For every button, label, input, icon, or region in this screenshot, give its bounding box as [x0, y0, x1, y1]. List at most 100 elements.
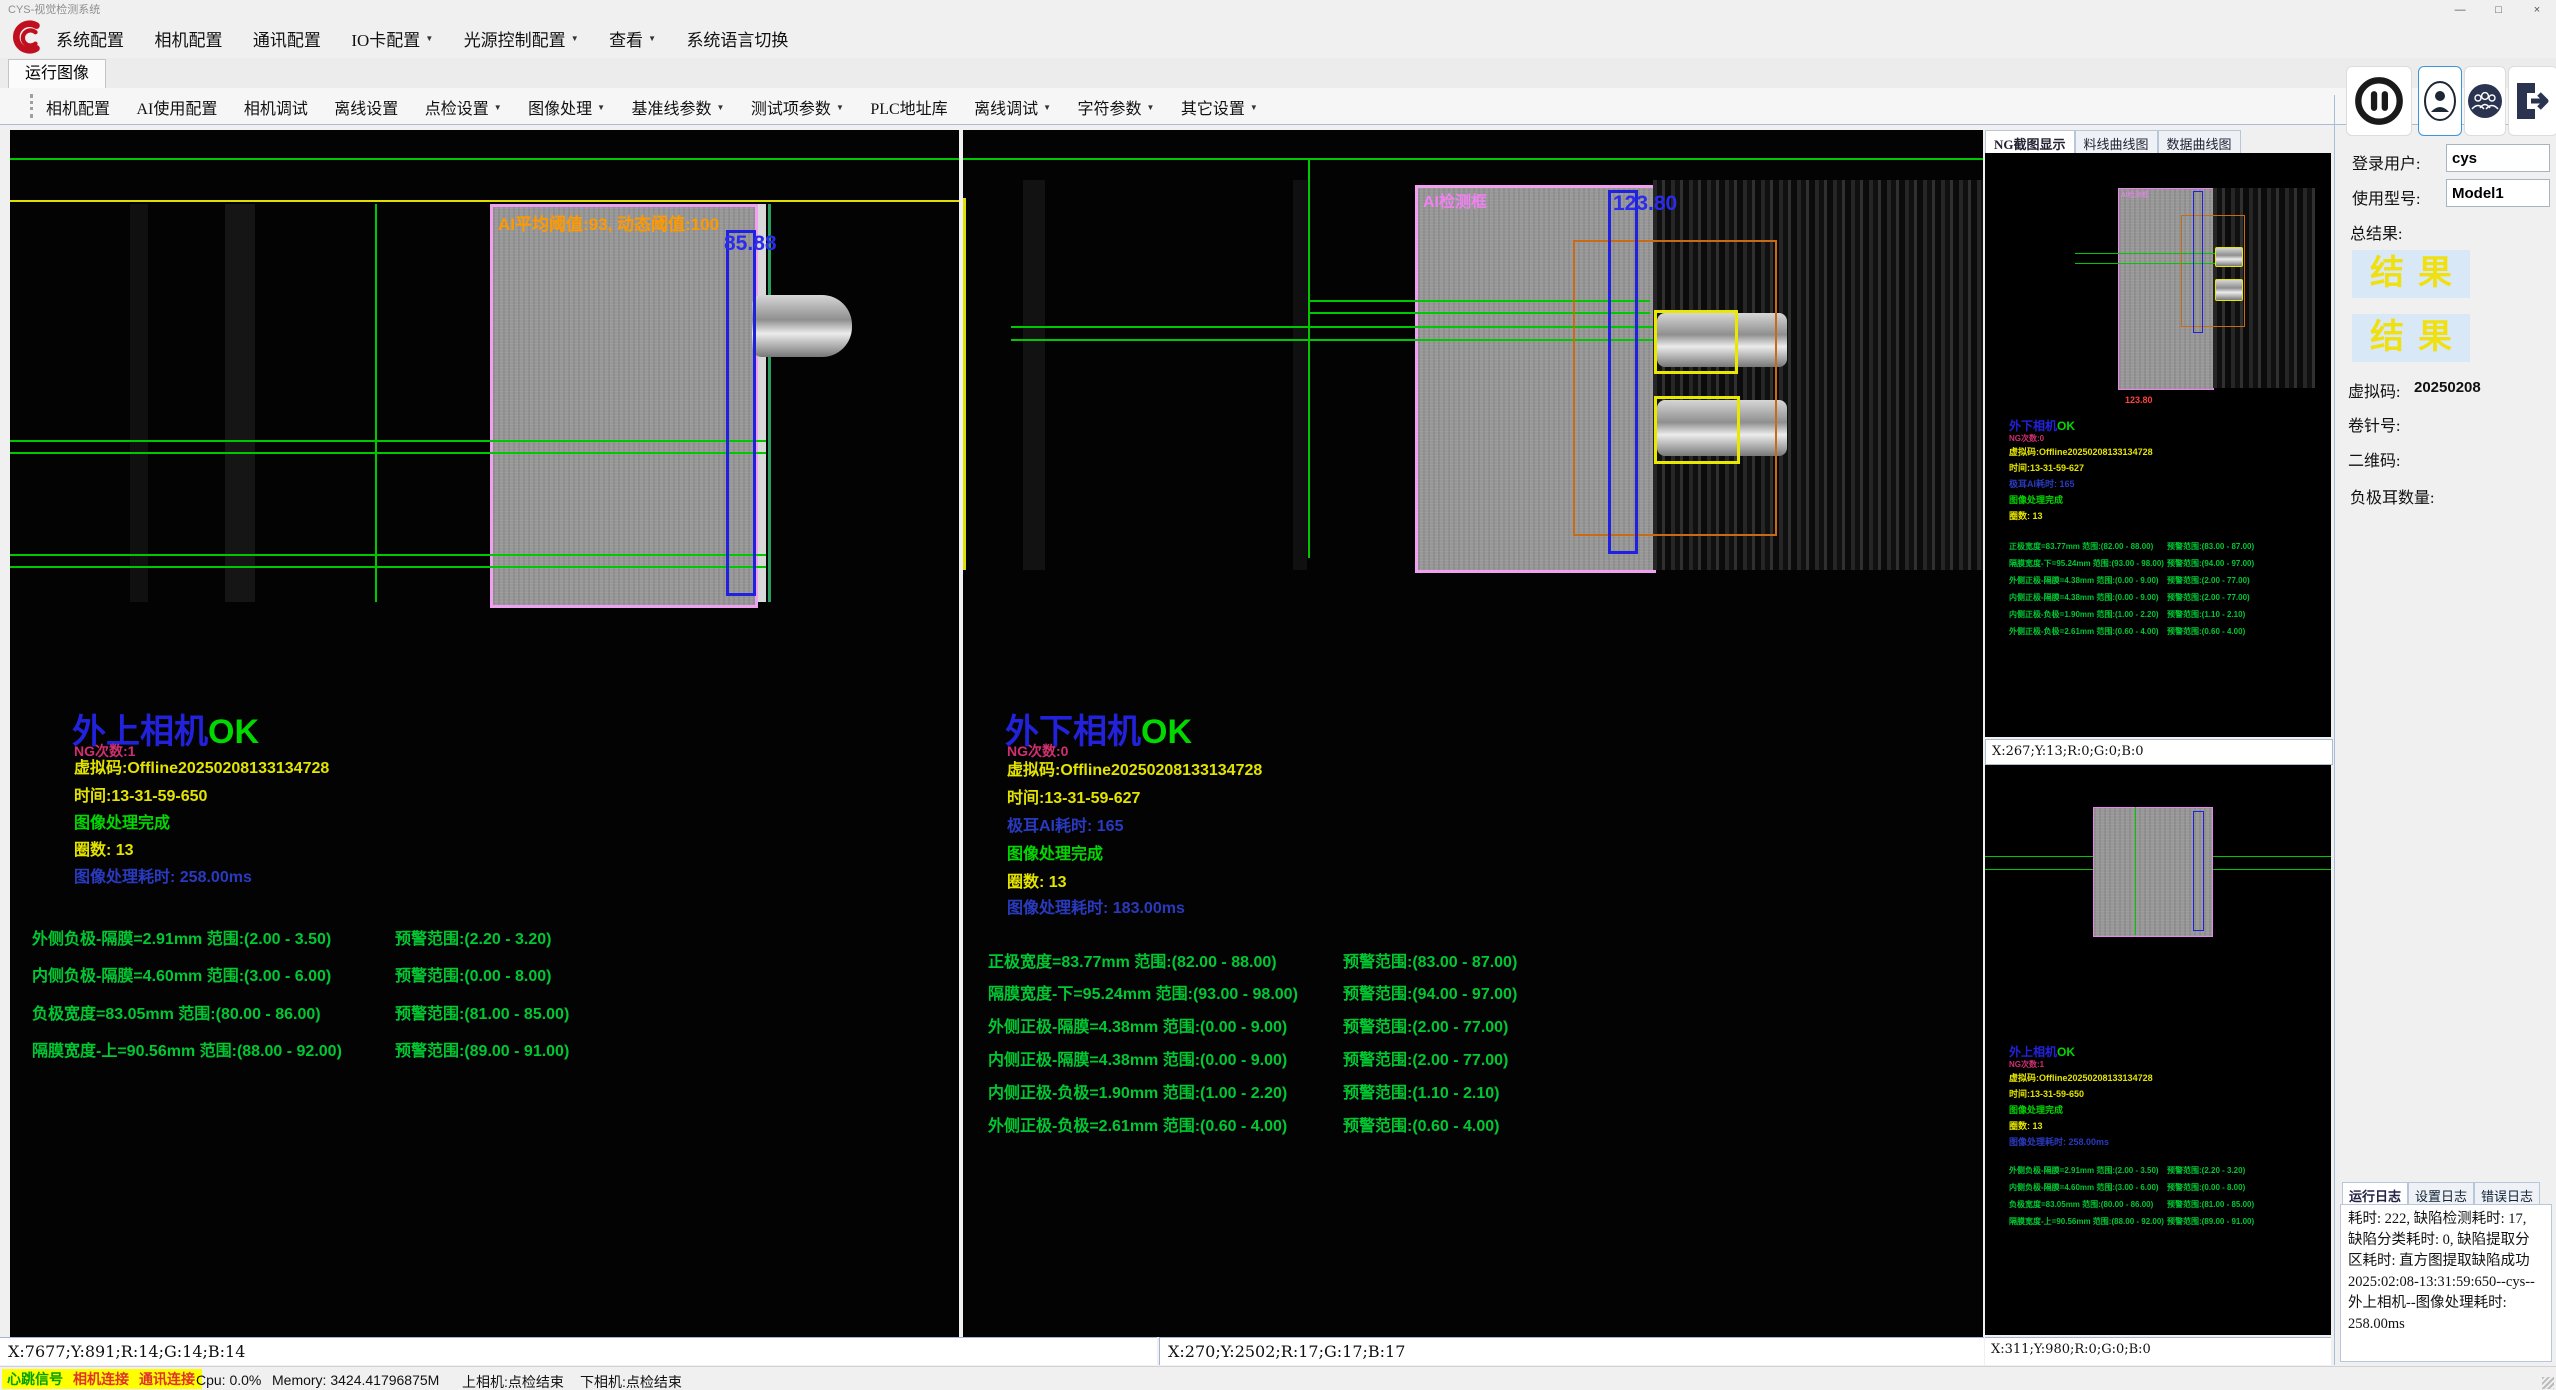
measurement-warn: 预警范围:(81.00 - 85.00): [395, 1000, 569, 1024]
status-bar: 心跳信号 相机连接 通讯连接 Cpu: 0.0% Memory: 3424.41…: [0, 1366, 2556, 1390]
measurement-text: 隔膜宽度-上=90.56mm 范围:(88.00 - 92.00): [32, 1037, 342, 1061]
image-shadow-band: [1293, 180, 1307, 570]
mini-measure: 预警范围:(2.00 - 77.00): [2167, 592, 2250, 603]
ai-time-label: 极耳AI耗时: 165: [1007, 812, 1123, 836]
mini-measure: 负极宽度=83.05mm 范围:(80.00 - 86.00): [2009, 1199, 2153, 1210]
measurement-text: 负极宽度=83.05mm 范围:(80.00 - 86.00): [32, 1000, 321, 1024]
tab-material-curve[interactable]: 料线曲线图: [2075, 130, 2158, 153]
tab-data-curve[interactable]: 数据曲线图: [2158, 130, 2241, 153]
tool-baseline-params[interactable]: 基准线参数▼: [632, 95, 725, 119]
mini-ng-count: NG次数:1: [2009, 1059, 2044, 1070]
result-indicator-1: 结果: [2352, 250, 2470, 298]
mini-measure: 预警范围:(81.00 - 85.00): [2167, 1199, 2254, 1210]
measure-line-green: [1011, 326, 1653, 328]
chevron-down-icon: ▼: [648, 34, 656, 43]
mini-measure: 预警范围:(83.00 - 87.00): [2167, 541, 2254, 552]
tool-ai-use-config[interactable]: AI使用配置: [136, 95, 217, 119]
resize-grip[interactable]: [2542, 1377, 2554, 1389]
tool-plc-address[interactable]: PLC地址库: [870, 95, 947, 119]
baseline-green: [963, 158, 1983, 160]
mini-yellow-box: [2215, 247, 2243, 267]
mini-measure: 外侧正极-隔膜=4.38mm 范围:(0.00 - 9.00): [2009, 575, 2159, 586]
mini-measure: 外侧负极-隔膜=2.91mm 范围:(2.00 - 3.50): [2009, 1165, 2159, 1176]
mini-line: [2135, 807, 2136, 935]
app-window: CYS-视觉检测系统 — □ × 系统配置 相机配置 通讯配置 IO卡配置▼ 光…: [0, 0, 2556, 1390]
virtual-code-field-label: 虚拟码:: [2348, 378, 2400, 402]
measurement-warn: 预警范围:(2.00 - 77.00): [1343, 1013, 1508, 1037]
tool-offline-setting[interactable]: 离线设置: [334, 95, 398, 119]
login-user-label: 登录用户:: [2352, 150, 2420, 174]
memory-usage: Memory: 3424.41796875M: [272, 1372, 439, 1388]
exit-door-icon: [2513, 79, 2553, 123]
left-camera-view[interactable]: AI平均阈值:93, 动态阈值:100 85.88 外上相机OK NG次数:1 …: [10, 130, 959, 1337]
mini-camera-name: 外上相机: [2009, 1045, 2057, 1059]
upper-camera-status: 上相机:点检结束: [462, 1372, 564, 1390]
mini-measure: 隔膜宽度-下=95.24mm 范围:(93.00 - 98.00): [2009, 558, 2164, 569]
process-done-label: 图像处理完成: [74, 809, 170, 833]
log-content[interactable]: 耗时: 222, 缺陷检测耗时: 17, 缺陷分类耗时: 0, 缺陷提取分区耗时…: [2340, 1204, 2552, 1362]
virtual-code-field-value: 20250208: [2414, 379, 2481, 396]
menu-items: 系统配置 相机配置 通讯配置 IO卡配置▼ 光源控制配置▼ 查看▼ 系统语言切换: [56, 26, 814, 51]
menu-comm-config[interactable]: 通讯配置: [253, 26, 321, 51]
mini-measure: 隔膜宽度-上=90.56mm 范围:(88.00 - 92.00): [2009, 1216, 2164, 1227]
menu-light-control-config[interactable]: 光源控制配置▼: [464, 26, 579, 51]
time-label: 时间:13-31-59-627: [1007, 784, 1140, 808]
mini-ng-count: NG次数:0: [2009, 433, 2044, 444]
neg-tab-count-label: 负极耳数量:: [2350, 484, 2434, 508]
chevron-down-icon: ▼: [1147, 103, 1155, 112]
lower-camera-status: 下相机:点检结束: [580, 1372, 682, 1390]
tool-test-params[interactable]: 测试项参数▼: [751, 95, 844, 119]
tab-metal-part: [752, 295, 852, 357]
preview-tab-bar: NG截图显示 料线曲线图 数据曲线图: [1985, 130, 2331, 153]
time-label: 时间:13-31-59-650: [74, 782, 207, 806]
tool-camera-config[interactable]: 相机配置: [46, 95, 110, 119]
model-input[interactable]: [2446, 179, 2550, 207]
users-button[interactable]: [2464, 66, 2506, 136]
mini-measure: 内侧正极-隔膜=4.38mm 范围:(0.00 - 9.00): [2009, 592, 2159, 603]
tool-char-params[interactable]: 字符参数▼: [1078, 95, 1155, 119]
roi-electrode-image: [490, 204, 758, 608]
mini-measure: 预警范围:(0.60 - 4.00): [2167, 626, 2245, 637]
pause-button[interactable]: [2346, 66, 2412, 136]
toolbar-items: 相机配置 AI使用配置 相机调试 离线设置 点检设置▼ 图像处理▼ 基准线参数▼…: [46, 95, 1280, 119]
tool-offline-debug[interactable]: 离线调试▼: [974, 95, 1051, 119]
user-icon: [2423, 79, 2457, 123]
tool-other-settings[interactable]: 其它设置▼: [1181, 95, 1258, 119]
exit-button[interactable]: [2508, 66, 2556, 136]
mini-measure: 预警范围:(89.00 - 91.00): [2167, 1216, 2254, 1227]
mini-process-done: 图像处理完成: [2009, 493, 2063, 506]
menu-camera-config[interactable]: 相机配置: [154, 26, 222, 51]
image-shadow-band: [225, 204, 255, 602]
image-shadow-band: [1023, 180, 1045, 570]
virtual-code-label: 虚拟码:Offline20250208133134728: [74, 754, 329, 778]
measure-line-green: [10, 452, 766, 454]
tab-run-image[interactable]: 运行图像: [8, 59, 106, 89]
menu-io-card-config[interactable]: IO卡配置▼: [351, 26, 433, 51]
tool-camera-debug[interactable]: 相机调试: [244, 95, 308, 119]
measurement-warn: 预警范围:(0.00 - 8.00): [395, 962, 552, 986]
ng-preview-top[interactable]: AI检测框 123.80 外下相机OK NG次数:0 虚拟码:Offline20…: [1985, 153, 2331, 737]
loop-count-label: 圈数: 13: [74, 836, 134, 860]
menu-view[interactable]: 查看▼: [609, 26, 656, 51]
menu-system-config[interactable]: 系统配置: [56, 26, 124, 51]
measurement-text: 外侧正极-隔膜=4.38mm 范围:(0.00 - 9.00): [988, 1013, 1287, 1037]
mini-yellow-box: [2215, 279, 2243, 301]
camera-result-label: OK: [208, 713, 259, 751]
tab-ng-snapshot[interactable]: NG截图显示: [1985, 130, 2075, 153]
mini-camera-name: 外下相机: [2009, 419, 2057, 433]
mini-measure: 预警范围:(2.20 - 3.20): [2167, 1165, 2245, 1176]
tool-image-process[interactable]: 图像处理▼: [528, 95, 605, 119]
tool-spot-check[interactable]: 点检设置▼: [425, 95, 502, 119]
menu-language-switch[interactable]: 系统语言切换: [686, 26, 788, 51]
comm-link-status: 通讯连接: [139, 1369, 195, 1389]
pause-icon: [2352, 74, 2406, 128]
measurement-warn: 预警范围:(1.10 - 2.10): [1343, 1079, 1500, 1103]
menu-bar: 系统配置 相机配置 通讯配置 IO卡配置▼ 光源控制配置▼ 查看▼ 系统语言切换: [0, 16, 2556, 58]
user-button[interactable]: [2418, 66, 2462, 136]
preview-top-status: X:267;Y:13;R:0;G:0;B:0: [1985, 739, 2333, 765]
toolbar-grip[interactable]: [30, 94, 33, 118]
login-user-input[interactable]: [2446, 144, 2550, 172]
right-camera-view[interactable]: AI检测框 123.80 外下相机OK NG次数:0 虚拟码:Offline20…: [963, 130, 1983, 1337]
ng-preview-bottom[interactable]: 外上相机OK NG次数:1 虚拟码:Offline202502081331347…: [1985, 765, 2331, 1335]
column-divider: [2334, 95, 2335, 1365]
